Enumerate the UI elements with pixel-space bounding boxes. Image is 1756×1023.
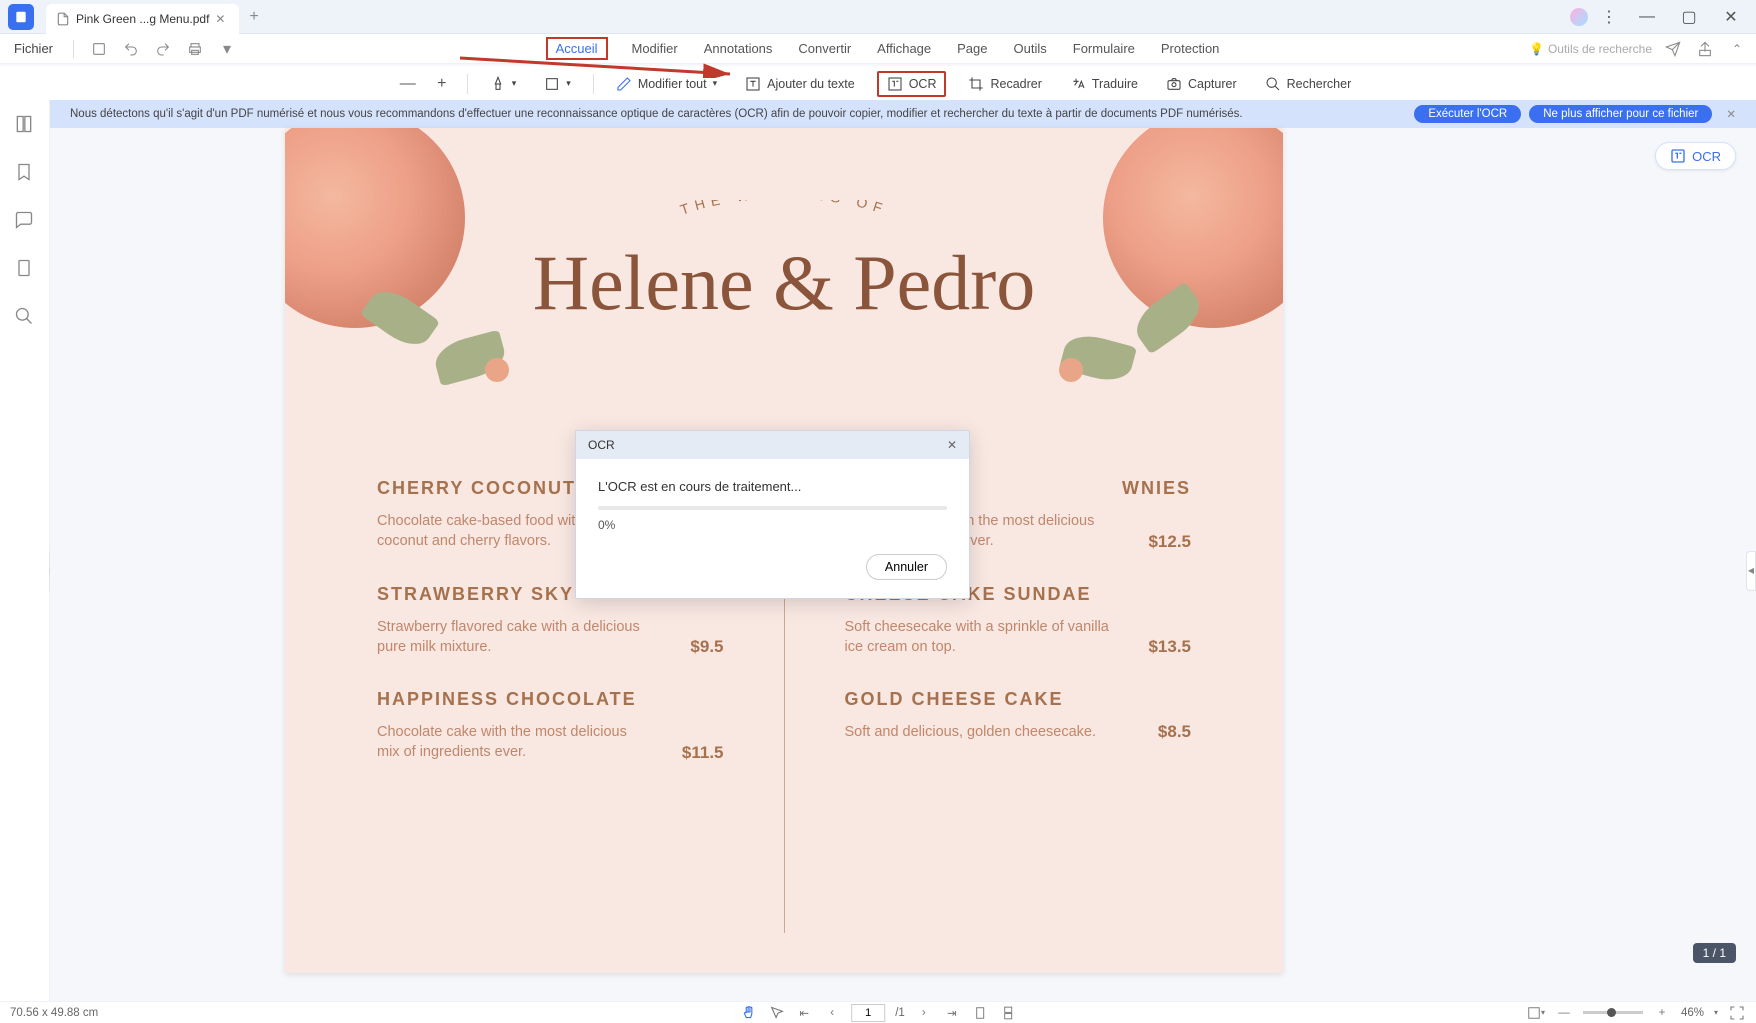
fit-page-icon[interactable] <box>1728 1004 1746 1022</box>
redo-icon[interactable] <box>152 38 174 60</box>
highlighter-icon <box>490 76 506 92</box>
edit-all-button[interactable]: Modifier tout ▾ <box>610 73 723 95</box>
ocr-icon <box>887 76 903 92</box>
search-panel-icon[interactable] <box>14 306 36 328</box>
menu-formulaire[interactable]: Formulaire <box>1071 37 1137 60</box>
menu-outils[interactable]: Outils <box>1012 37 1049 60</box>
chevron-up-icon[interactable]: ⌃ <box>1726 38 1748 60</box>
separator <box>73 40 74 58</box>
translate-button[interactable]: Traduire <box>1064 73 1144 95</box>
svg-text:THE WEDDING OF: THE WEDDING OF <box>678 200 890 218</box>
zoom-out-icon[interactable]: — <box>399 75 417 93</box>
search-tools-icon[interactable]: 💡 Outils de recherche <box>1529 42 1652 56</box>
separator <box>467 74 468 94</box>
banner-message: Nous détectons qu'il s'agit d'un PDF num… <box>70 108 1414 120</box>
ocr-modal: OCR ✕ L'OCR est en cours de traitement..… <box>575 430 970 599</box>
share-icon[interactable] <box>1694 38 1716 60</box>
single-page-icon[interactable] <box>971 1004 989 1022</box>
capture-button[interactable]: Capturer <box>1160 73 1243 95</box>
page-indicator: 1 / 1 <box>1693 943 1736 963</box>
bookmark-icon[interactable] <box>14 162 36 184</box>
canvas: Nous détectons qu'il s'agit d'un PDF num… <box>50 100 1756 1001</box>
tab-close-icon[interactable]: ✕ <box>215 12 229 26</box>
user-avatar[interactable] <box>1570 8 1588 26</box>
pencil-icon <box>616 76 632 92</box>
bud-decoration <box>485 358 509 382</box>
maximize-icon[interactable]: ▢ <box>1672 4 1706 30</box>
modal-title: OCR <box>588 438 615 452</box>
menu-page[interactable]: Page <box>955 37 989 60</box>
select-tool-icon[interactable] <box>767 1004 785 1022</box>
right-rail-expander[interactable]: ◀ <box>1746 551 1756 591</box>
ocr-float-button[interactable]: OCR <box>1655 142 1736 170</box>
next-page-icon[interactable]: › <box>915 1004 933 1022</box>
left-sidebar: ▶ <box>0 100 50 1001</box>
progress-bar <box>598 506 947 510</box>
highlighter-tool[interactable]: ▾ <box>484 73 523 95</box>
zoom-percent: 46% <box>1681 1007 1704 1019</box>
camera-icon <box>1166 76 1182 92</box>
save-icon[interactable] <box>88 38 110 60</box>
send-icon[interactable] <box>1662 38 1684 60</box>
prev-page-icon[interactable]: ‹ <box>823 1004 841 1022</box>
translate-icon <box>1070 76 1086 92</box>
shape-tool[interactable]: ▾ <box>538 73 577 95</box>
menu-modifier[interactable]: Modifier <box>630 37 680 60</box>
menu-item: GOLD CHEESE CAKE Soft and delicious, gol… <box>845 689 1192 742</box>
dismiss-banner-button[interactable]: Ne plus afficher pour ce fichier <box>1529 105 1712 123</box>
print-icon[interactable] <box>184 38 206 60</box>
kebab-menu-icon[interactable]: ⋮ <box>1596 4 1622 30</box>
undo-icon[interactable] <box>120 38 142 60</box>
zoom-slider[interactable] <box>1583 1011 1643 1014</box>
cancel-button[interactable]: Annuler <box>866 554 947 580</box>
first-page-icon[interactable]: ⇤ <box>795 1004 813 1022</box>
page-dimensions: 70.56 x 49.88 cm <box>10 1007 98 1019</box>
separator <box>593 74 594 94</box>
execute-ocr-button[interactable]: Exécuter l'OCR <box>1414 105 1521 123</box>
modal-message: L'OCR est en cours de traitement... <box>598 479 947 494</box>
tab-title: Pink Green ...g Menu.pdf <box>76 12 209 26</box>
add-text-button[interactable]: Ajouter du texte <box>739 73 861 95</box>
comment-icon[interactable] <box>14 210 36 232</box>
pdf-icon <box>56 12 70 26</box>
menu-annotations[interactable]: Annotations <box>702 37 775 60</box>
square-icon <box>544 76 560 92</box>
modal-close-icon[interactable]: ✕ <box>947 438 957 452</box>
fit-width-icon[interactable]: ▾ <box>1527 1004 1545 1022</box>
app-icon[interactable] <box>8 4 34 30</box>
page-input[interactable] <box>851 1004 885 1022</box>
ocr-icon <box>1670 148 1686 164</box>
search-icon <box>1265 76 1281 92</box>
close-window-icon[interactable]: ✕ <box>1714 4 1748 30</box>
menu-item: HAPPINESS CHOCOLATE Chocolate cake with … <box>377 689 724 763</box>
search-button[interactable]: Rechercher <box>1259 73 1358 95</box>
ocr-button[interactable]: OCR <box>877 71 947 97</box>
last-page-icon[interactable]: ⇥ <box>943 1004 961 1022</box>
menu-affichage[interactable]: Affichage <box>875 37 933 60</box>
dropdown-icon[interactable]: ▾ <box>216 38 238 60</box>
progress-percent: 0% <box>598 518 947 532</box>
hand-tool-icon[interactable] <box>739 1004 757 1022</box>
document-tab[interactable]: Pink Green ...g Menu.pdf ✕ <box>46 4 239 34</box>
attachment-icon[interactable] <box>14 258 36 280</box>
crop-icon <box>968 76 984 92</box>
continuous-page-icon[interactable] <box>999 1004 1017 1022</box>
bud-decoration <box>1059 358 1083 382</box>
page-total: /1 <box>895 1007 905 1019</box>
zoom-out-status-icon[interactable]: — <box>1555 1004 1573 1022</box>
zoom-in-icon[interactable]: + <box>433 75 451 93</box>
text-icon <box>745 76 761 92</box>
file-menu[interactable]: Fichier <box>8 41 59 56</box>
names-heading: Helene & Pedro <box>533 238 1036 328</box>
banner-close-icon[interactable]: ✕ <box>1726 107 1736 121</box>
menu-convertir[interactable]: Convertir <box>796 37 853 60</box>
new-tab-button[interactable]: + <box>249 8 258 26</box>
menu-accueil[interactable]: Accueil <box>546 37 608 60</box>
thumbnails-icon[interactable] <box>14 114 36 136</box>
menu-protection[interactable]: Protection <box>1159 37 1222 60</box>
zoom-in-status-icon[interactable]: + <box>1653 1004 1671 1022</box>
ocr-banner: Nous détectons qu'il s'agit d'un PDF num… <box>50 100 1756 128</box>
crop-button[interactable]: Recadrer <box>962 73 1047 95</box>
minimize-icon[interactable]: — <box>1630 4 1664 30</box>
